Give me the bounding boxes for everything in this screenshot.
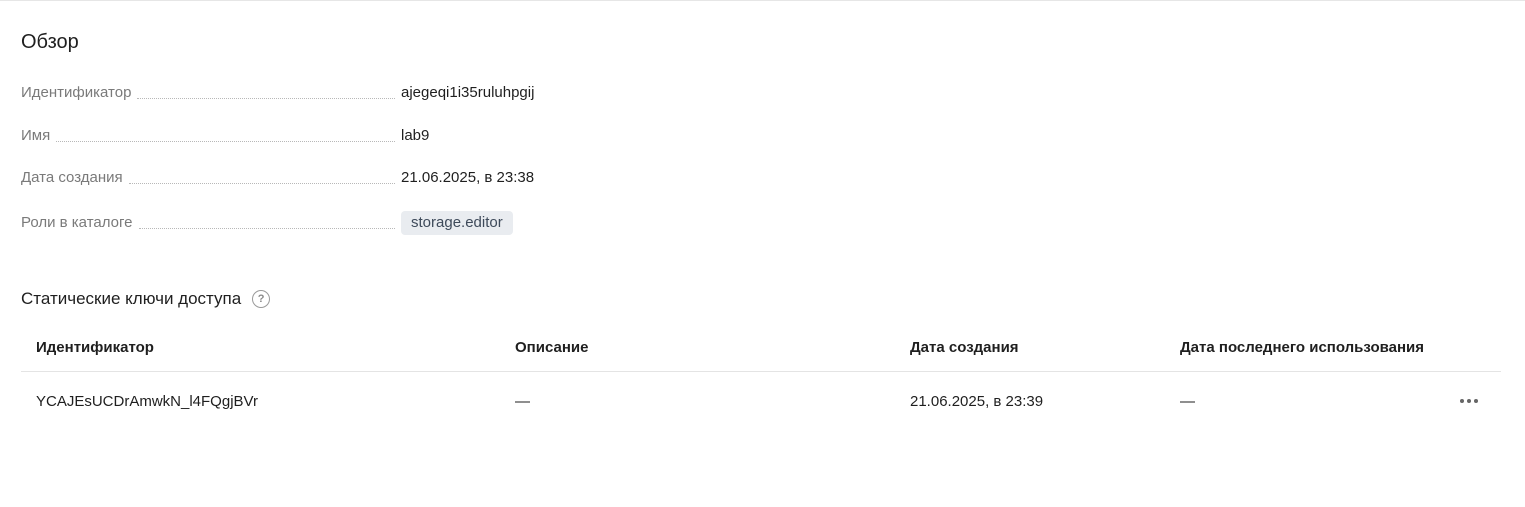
field-folder-roles-label: Роли в каталоге	[21, 214, 133, 231]
column-header-last-used: Дата последнего использования	[1180, 338, 1425, 356]
static-keys-table: Идентификатор Описание Дата создания Дат…	[21, 323, 1501, 430]
service-account-page: Обзор Идентификатор ajegeqi1i35ruluhpgij…	[0, 0, 1525, 507]
more-horizontal-icon[interactable]	[1456, 395, 1482, 407]
key-description: —	[515, 392, 530, 410]
field-identifier-label: Идентификатор	[21, 84, 132, 101]
field-name-label: Имя	[21, 127, 51, 144]
table-row[interactable]: YCAJEsUCDrAmwkN_l4FQgjBVr — 21.06.2025, …	[21, 372, 1501, 430]
key-last-used: —	[1180, 392, 1195, 410]
dotted-leader	[138, 227, 395, 229]
column-header-created: Дата создания	[910, 338, 1019, 356]
overview-title: Обзор	[21, 31, 79, 53]
field-created-date-label: Дата создания	[21, 169, 123, 186]
column-header-description: Описание	[515, 338, 589, 356]
field-folder-roles: Роли в каталоге storage.editor	[21, 211, 621, 235]
dotted-leader	[137, 97, 395, 99]
key-created: 21.06.2025, в 23:39	[910, 392, 1044, 410]
key-identifier: YCAJEsUCDrAmwkN_l4FQgjBVr	[36, 392, 258, 410]
static-keys-title-text: Статические ключи доступа	[21, 289, 242, 308]
table-header: Идентификатор Описание Дата создания Дат…	[21, 323, 1501, 372]
field-name-value: lab9	[401, 127, 430, 144]
dotted-leader	[56, 140, 395, 142]
question-circle-icon[interactable]: ?	[252, 290, 271, 308]
field-created-date-value: 21.06.2025, в 23:38	[401, 169, 535, 186]
field-created-date: Дата создания 21.06.2025, в 23:38	[21, 166, 621, 190]
field-name: Имя lab9	[21, 124, 621, 148]
dotted-leader	[128, 182, 395, 184]
column-header-identifier: Идентификатор	[36, 338, 154, 356]
role-chip: storage.editor	[401, 211, 513, 235]
field-identifier-value: ajegeqi1i35ruluhpgij	[401, 84, 535, 101]
static-keys-title: Статические ключи доступа ?	[21, 287, 271, 311]
field-identifier: Идентификатор ajegeqi1i35ruluhpgij	[21, 81, 621, 105]
